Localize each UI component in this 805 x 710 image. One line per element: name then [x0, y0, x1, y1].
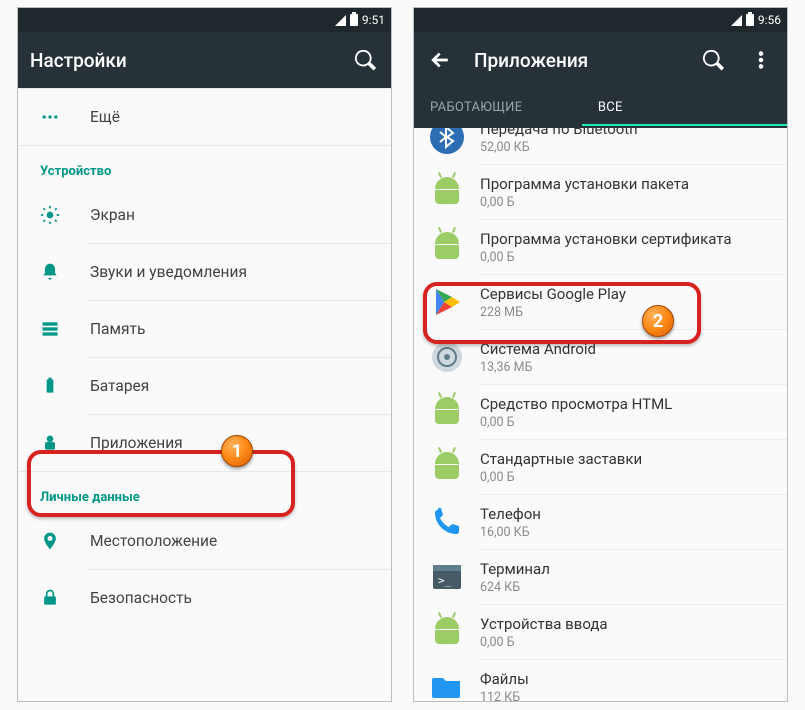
settings-item-battery[interactable]: Батарея: [18, 358, 391, 414]
search-icon[interactable]: [699, 46, 727, 74]
settings-item-label: Местоположение: [90, 532, 375, 550]
tab-label: РАБОТАЮЩИЕ: [430, 100, 522, 115]
app-row[interactable]: Передача по Bluetooth 52,00 КБ: [414, 128, 787, 164]
settings-item-storage[interactable]: Память: [18, 301, 391, 357]
app-icon: [430, 450, 464, 484]
battery-icon: [40, 376, 90, 396]
settings-list: Ещё Устройство Экран Звуки и уведомления…: [18, 88, 391, 701]
settings-item-label: Батарея: [90, 377, 375, 395]
app-size: 228 МБ: [480, 305, 771, 320]
app-size: 0,00 Б: [480, 470, 771, 485]
app-size: 52,00 КБ: [480, 140, 771, 155]
app-icon: [430, 230, 464, 264]
more-icon: [40, 107, 90, 127]
apps-list[interactable]: Передача по Bluetooth 52,00 КБ Программа у…: [414, 128, 787, 701]
app-size: 112 КБ: [480, 690, 771, 702]
app-row[interactable]: >_ Терминал 624 КБ: [414, 550, 787, 604]
status-bar: 9:56: [414, 8, 787, 32]
app-name: Устройства ввода: [480, 615, 771, 633]
battery-icon: [350, 14, 358, 26]
tab-label: ВСЕ: [598, 100, 623, 115]
app-name: Система Android: [480, 340, 771, 358]
settings-item-location[interactable]: Местоположение: [18, 513, 391, 569]
app-size: 13,36 МБ: [480, 360, 771, 375]
bell-icon: [40, 262, 90, 282]
app-icon: [430, 340, 464, 374]
overflow-icon[interactable]: [747, 46, 775, 74]
svg-text:>_: >_: [438, 574, 452, 587]
search-icon[interactable]: [351, 46, 379, 74]
app-icon: [430, 128, 464, 154]
app-name: Передача по Bluetooth: [480, 128, 771, 138]
app-size: 16,00 КБ: [480, 525, 771, 540]
tabs: РАБОТАЮЩИЕ ВСЕ: [414, 88, 787, 128]
settings-item-label: Память: [90, 320, 375, 338]
appbar-settings: Настройки: [18, 32, 391, 88]
app-name: Стандартные заставки: [480, 450, 771, 468]
app-name: Средство просмотра HTML: [480, 395, 771, 413]
app-row[interactable]: Устройства ввода 0,00 Б: [414, 605, 787, 659]
tab-running[interactable]: РАБОТАЮЩИЕ: [414, 88, 582, 128]
app-name: Терминал: [480, 560, 771, 578]
app-name: Телефон: [480, 505, 771, 523]
status-time: 9:51: [362, 13, 385, 27]
app-icon: >_: [430, 560, 464, 594]
app-size: 0,00 Б: [480, 635, 771, 650]
settings-item-security[interactable]: Безопасность: [18, 570, 391, 626]
battery-icon: [746, 14, 754, 26]
app-name: Сервисы Google Play: [480, 285, 771, 303]
settings-item-display[interactable]: Экран: [18, 187, 391, 243]
app-name: Файлы: [480, 670, 771, 688]
app-icon: [430, 505, 464, 539]
app-name: Программа установки пакета: [480, 175, 771, 193]
app-row[interactable]: Стандартные заставки 0,00 Б: [414, 440, 787, 494]
display-icon: [40, 205, 90, 225]
app-row[interactable]: Средство просмотра HTML 0,00 Б: [414, 385, 787, 439]
page-title: Приложения: [474, 49, 679, 72]
settings-item-label: Безопасность: [90, 589, 375, 607]
settings-item-more[interactable]: Ещё: [18, 89, 391, 145]
app-row[interactable]: Сервисы Google Play 228 МБ: [414, 275, 787, 329]
signal-icon: [731, 15, 742, 26]
settings-item-label: Звуки и уведомления: [90, 263, 375, 281]
settings-item-apps[interactable]: Приложения: [18, 415, 391, 471]
app-size: 0,00 Б: [480, 250, 771, 265]
app-icon: [430, 670, 464, 701]
app-row[interactable]: Программа установки сертификата 0,00 Б: [414, 220, 787, 274]
settings-item-label: Ещё: [90, 108, 375, 126]
app-icon: [430, 175, 464, 209]
location-icon: [40, 531, 90, 551]
app-name: Программа установки сертификата: [480, 230, 771, 248]
phone-apps: 9:56 Приложения РАБОТАЮЩИЕ ВСЕ Передача …: [413, 7, 788, 702]
app-icon: [430, 615, 464, 649]
settings-item-sound[interactable]: Звуки и уведомления: [18, 244, 391, 300]
tab-all[interactable]: ВСЕ: [582, 88, 787, 128]
app-size: 0,00 Б: [480, 415, 771, 430]
app-size: 624 КБ: [480, 580, 771, 595]
app-row[interactable]: Программа установки пакета 0,00 Б: [414, 165, 787, 219]
appbar-apps: Приложения: [414, 32, 787, 88]
section-personal: Личные данные: [18, 472, 391, 513]
settings-item-label: Экран: [90, 206, 375, 224]
phone-settings: 9:51 Настройки Ещё Устройство Экран: [17, 7, 392, 702]
back-icon[interactable]: [426, 46, 454, 74]
lock-icon: [40, 588, 90, 608]
app-row[interactable]: Файлы 112 КБ: [414, 660, 787, 701]
storage-icon: [40, 319, 90, 339]
status-bar: 9:51: [18, 8, 391, 32]
section-device: Устройство: [18, 146, 391, 187]
app-row[interactable]: Система Android 13,36 МБ: [414, 330, 787, 384]
app-size: 0,00 Б: [480, 195, 771, 210]
status-time: 9:56: [758, 13, 781, 27]
apps-icon: [40, 433, 90, 453]
app-icon: [430, 285, 464, 319]
signal-icon: [335, 15, 346, 26]
page-title: Настройки: [30, 49, 331, 72]
settings-item-label: Приложения: [90, 434, 375, 452]
app-icon: [430, 395, 464, 429]
app-row[interactable]: Телефон 16,00 КБ: [414, 495, 787, 549]
